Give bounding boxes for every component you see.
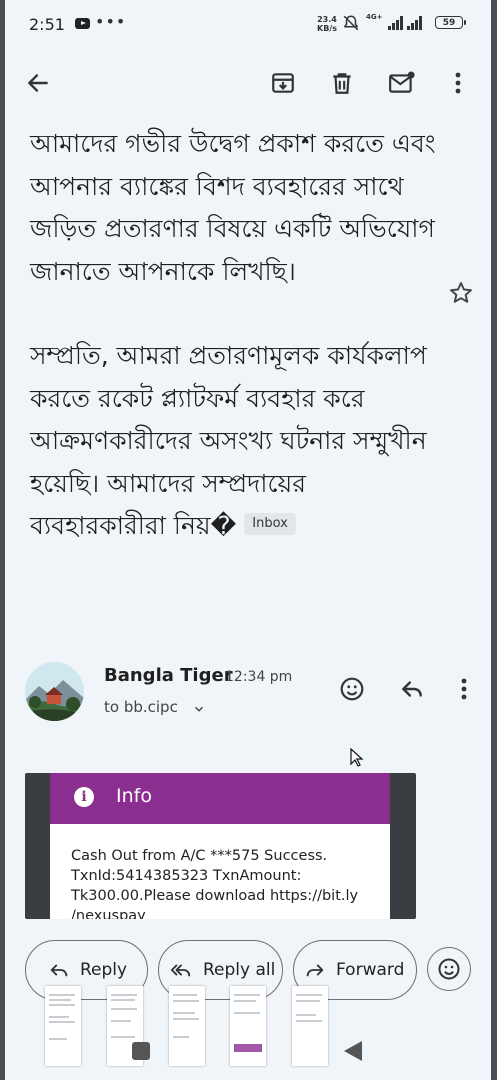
- avatar[interactable]: [25, 662, 84, 721]
- forward-icon: [306, 964, 324, 977]
- reply-all-icon: [170, 964, 191, 977]
- mouse-cursor-icon: [350, 747, 364, 772]
- back-arrow-icon[interactable]: [22, 67, 54, 99]
- delete-icon[interactable]: [326, 67, 358, 99]
- star-icon[interactable]: [448, 280, 474, 310]
- recent-app-thumbnail[interactable]: [292, 986, 328, 1066]
- recent-app-thumbnail[interactable]: [230, 986, 266, 1066]
- battery-icon: 59: [435, 16, 466, 29]
- status-bar: 2:51 ••• 23.4 KB/s 4G+ 59: [5, 0, 491, 50]
- sent-time: 12:34 pm: [225, 669, 293, 685]
- reply-button-label: Reply: [80, 960, 128, 980]
- more-notifications-icon: •••: [95, 12, 127, 31]
- sender-name[interactable]: Bangla Tiger: [104, 665, 233, 686]
- status-time: 2:51: [29, 15, 65, 34]
- reply-icon[interactable]: [397, 674, 427, 704]
- youtube-notification-icon: [75, 18, 90, 29]
- mute-icon: [342, 14, 360, 36]
- inbox-label-badge[interactable]: Inbox: [244, 513, 296, 535]
- email-toolbar: [5, 55, 491, 111]
- emoji-react-button[interactable]: [427, 947, 471, 991]
- more-vert-icon[interactable]: [449, 674, 479, 704]
- screen-edge-right: [491, 0, 497, 1080]
- network-speed: 23.4 KB/s: [317, 15, 337, 33]
- emoji-react-icon[interactable]: [337, 674, 367, 704]
- archive-icon[interactable]: [267, 67, 299, 99]
- embedded-screenshot-image[interactable]: i Info Cash Out from A/C ***575 Success.…: [25, 773, 416, 919]
- info-card-header: i Info: [50, 773, 390, 824]
- more-vert-icon[interactable]: [442, 67, 474, 99]
- mark-unread-icon[interactable]: [386, 67, 418, 99]
- screen-edge-left: [0, 0, 5, 1080]
- nav-home-icon[interactable]: [132, 1042, 150, 1060]
- signal-icon: [407, 16, 422, 30]
- signal-icon: [388, 16, 403, 30]
- nav-back-icon[interactable]: [344, 1041, 362, 1061]
- recent-app-thumbnail[interactable]: [169, 986, 205, 1066]
- emoji-icon: [438, 958, 460, 980]
- recent-app-thumbnail[interactable]: [45, 986, 81, 1066]
- info-card-text: Cash Out from A/C ***575 Success. TxnId:…: [71, 848, 359, 919]
- email-body: আমাদের গভীর উদ্বেগ প্রকাশ করতে এবং আপনার…: [30, 123, 440, 548]
- reply-icon: [50, 964, 68, 977]
- network-type: 4G+: [366, 13, 383, 21]
- info-icon: i: [74, 787, 94, 807]
- info-card-title: Info: [116, 785, 152, 807]
- chevron-down-icon[interactable]: [192, 701, 206, 720]
- body-paragraph-1: আমাদের গভীর উদ্বেগ প্রকাশ করতে এবং আপনার…: [30, 129, 436, 286]
- forward-button-label: Forward: [336, 960, 405, 980]
- info-card: i Info Cash Out from A/C ***575 Success.…: [50, 773, 390, 919]
- recipient-line[interactable]: to bb.cipc: [104, 698, 178, 716]
- reply-all-button-label: Reply all: [203, 960, 276, 980]
- body-paragraph-2: সম্প্রতি, আমরা প্রতারণামূলক কার্যকলাপ কর…: [30, 341, 427, 540]
